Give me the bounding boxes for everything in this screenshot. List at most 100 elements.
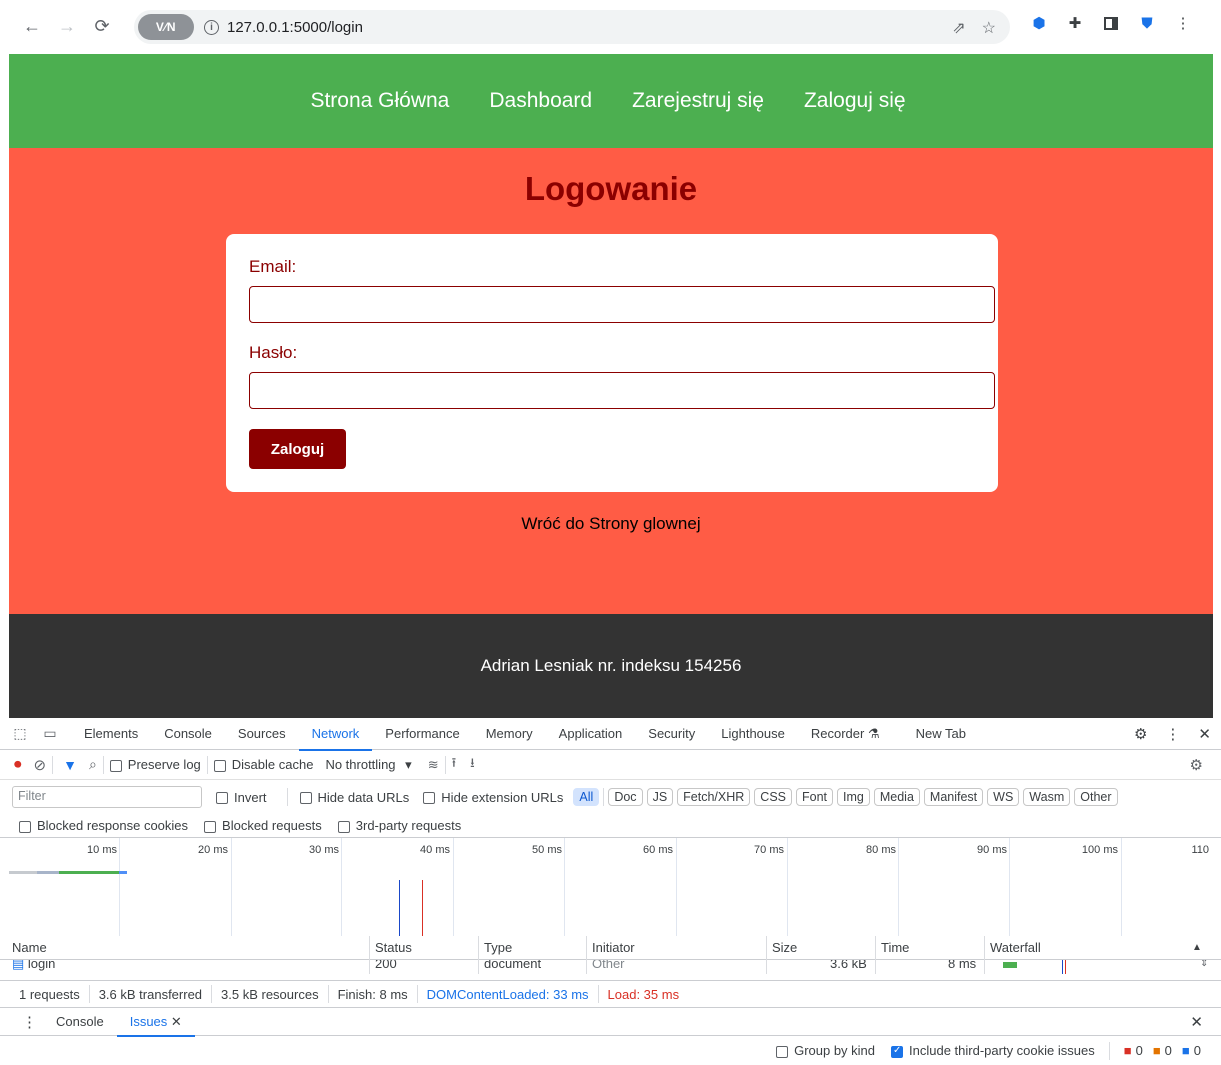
tab-sources[interactable]: Sources: [225, 718, 299, 750]
tab-recorder[interactable]: Recorder ⚗: [798, 718, 893, 750]
close-tab-icon[interactable]: ✕: [171, 1014, 182, 1029]
third-party-requests-checkbox[interactable]: 3rd-party requests: [337, 818, 461, 833]
chip-manifest[interactable]: Manifest: [923, 788, 984, 806]
nav-link-login[interactable]: Zaloguj się: [804, 89, 906, 113]
shield-extension-icon[interactable]: ⬢: [1030, 14, 1048, 32]
address-bar[interactable]: V⁄N i 127.0.0.1:5000/login ⇗ ☆: [134, 10, 1010, 44]
filter-input[interactable]: Filter: [12, 786, 202, 808]
row-type: document: [484, 960, 542, 971]
side-panel-icon[interactable]: [1102, 14, 1120, 32]
email-input[interactable]: [249, 286, 995, 323]
drawer-tabbar: ⋮ Console Issues ✕ ✕: [0, 1008, 1221, 1037]
invert-checkbox[interactable]: Invert: [216, 790, 267, 805]
menu-kebab-icon[interactable]: ⋮: [1174, 14, 1192, 32]
invert-label: Invert: [234, 789, 267, 805]
include-third-party-label: Include third-party cookie issues: [909, 1043, 1095, 1058]
forward-arrow-icon[interactable]: →: [55, 14, 79, 38]
tab-application[interactable]: Application: [546, 718, 636, 750]
export-har-icon[interactable]: ⭳: [470, 754, 475, 776]
close-devtools-icon[interactable]: ✕: [1198, 725, 1211, 743]
tab-lighthouse[interactable]: Lighthouse: [708, 718, 798, 750]
chip-media[interactable]: Media: [873, 788, 920, 806]
clear-icon[interactable]: ⊘: [34, 756, 47, 774]
disable-cache-checkbox[interactable]: Disable cache: [213, 757, 313, 772]
include-third-party-checkbox[interactable]: Include third-party cookie issues: [891, 1043, 1095, 1058]
filter-bar: Filter Invert Hide data URLs Hide extens…: [0, 780, 1221, 814]
settings-gear-icon[interactable]: ⚙: [1134, 725, 1147, 743]
url-text[interactable]: 127.0.0.1:5000/login: [227, 19, 363, 36]
browser-toolbar: ← → ⟳ V⁄N i 127.0.0.1:5000/login ⇗ ☆ ⬢ ✚…: [0, 0, 1221, 54]
tab-elements[interactable]: Elements: [71, 718, 151, 750]
import-har-icon[interactable]: ⭱: [452, 754, 457, 776]
site-info-icon[interactable]: i: [204, 19, 219, 35]
chip-wasm[interactable]: Wasm: [1023, 788, 1071, 806]
col-type[interactable]: Type: [484, 940, 512, 955]
chip-js[interactable]: JS: [646, 788, 674, 806]
login-submit-button[interactable]: Zaloguj: [249, 429, 346, 469]
blocked-response-cookies-checkbox[interactable]: Blocked response cookies: [19, 818, 188, 833]
table-row[interactable]: ▤ login 200 document Other 3.6 kB 8 ms ⇕: [0, 960, 1221, 974]
nav-link-register[interactable]: Zarejestruj się: [632, 89, 764, 113]
chip-ws[interactable]: WS: [987, 788, 1020, 806]
col-initiator[interactable]: Initiator: [592, 940, 635, 955]
tab-new-tab[interactable]: New Tab: [903, 718, 979, 750]
scroll-arrows-icon[interactable]: ⇕: [1200, 960, 1208, 969]
reload-icon[interactable]: ⟳: [90, 14, 114, 38]
drawer-menu-icon[interactable]: ⋮: [22, 1013, 37, 1031]
inspect-element-icon[interactable]: ⬚: [5, 725, 35, 742]
row-time: 8 ms: [948, 960, 977, 971]
chip-all[interactable]: All: [573, 788, 600, 806]
security-shield-icon[interactable]: ⛊: [1138, 14, 1156, 32]
chip-other[interactable]: Other: [1074, 788, 1118, 806]
info-count: 0: [1193, 1043, 1201, 1058]
preserve-log-checkbox[interactable]: Preserve log: [109, 757, 201, 772]
tab-console[interactable]: Console: [151, 718, 225, 750]
hide-data-urls-checkbox[interactable]: Hide data URLs: [299, 789, 410, 805]
tab-memory[interactable]: Memory: [473, 718, 546, 750]
drawer-tab-issues[interactable]: Issues ✕: [116, 1008, 195, 1037]
chip-font[interactable]: Font: [796, 788, 834, 806]
col-time[interactable]: Time: [881, 940, 909, 955]
email-label: Email:: [249, 257, 297, 276]
close-drawer-icon[interactable]: ✕: [1190, 1013, 1203, 1031]
network-settings-icon[interactable]: ⚙: [1190, 756, 1203, 774]
tab-network[interactable]: Network: [298, 718, 373, 751]
tab-performance[interactable]: Performance: [372, 718, 472, 750]
chip-css[interactable]: CSS: [754, 788, 792, 806]
drawer-tab-console[interactable]: Console: [43, 1008, 117, 1036]
chip-img[interactable]: Img: [837, 788, 870, 806]
sort-arrow-icon[interactable]: ▲: [1192, 942, 1202, 953]
device-toolbar-icon[interactable]: ▭: [35, 725, 65, 742]
col-name[interactable]: Name: [12, 940, 47, 955]
hide-extension-urls-checkbox[interactable]: Hide extension URLs: [423, 790, 563, 805]
site-footer: Adrian Lesniak nr. indeksu 154256: [9, 614, 1213, 718]
back-arrow-icon[interactable]: ←: [20, 14, 44, 38]
password-input[interactable]: [249, 372, 995, 409]
search-icon[interactable]: ⌕: [89, 756, 97, 773]
record-stop-icon[interactable]: ⏺: [14, 756, 22, 773]
bookmark-star-icon[interactable]: ☆: [982, 18, 996, 38]
vpn-badge[interactable]: V⁄N: [138, 14, 194, 40]
hide-extension-urls-label: Hide extension URLs: [441, 789, 564, 805]
hide-data-urls-label: Hide data URLs: [317, 789, 410, 805]
chip-doc[interactable]: Doc: [608, 788, 643, 806]
tab-security[interactable]: Security: [635, 718, 708, 750]
share-icon[interactable]: ⇗: [952, 18, 965, 38]
chip-fetch-xhr[interactable]: Fetch/XHR: [677, 788, 751, 806]
col-waterfall[interactable]: Waterfall: [990, 940, 1041, 955]
nav-link-dashboard[interactable]: Dashboard: [489, 89, 592, 113]
group-by-kind-checkbox[interactable]: Group by kind: [776, 1043, 875, 1058]
network-conditions-icon[interactable]: ≋: [428, 757, 439, 773]
timeline-overview[interactable]: 10 ms 20 ms 30 ms 40 ms 50 ms 60 ms 70 m…: [9, 838, 1213, 948]
request-table-header: Name Status Type Initiator Size Time Wat…: [0, 936, 1221, 960]
extensions-puzzle-icon[interactable]: ✚: [1066, 14, 1084, 32]
col-size[interactable]: Size: [772, 940, 797, 955]
throttling-select[interactable]: No throttling ▾: [325, 757, 411, 773]
col-status[interactable]: Status: [375, 940, 412, 955]
filter-funnel-icon[interactable]: ▼: [63, 757, 77, 773]
blocked-requests-checkbox[interactable]: Blocked requests: [204, 818, 322, 833]
back-home-link[interactable]: Wróć do Strony glownej: [9, 514, 1213, 534]
password-label: Hasło:: [249, 343, 298, 362]
nav-link-home[interactable]: Strona Główna: [310, 89, 449, 113]
more-options-icon[interactable]: ⋮: [1165, 725, 1180, 743]
